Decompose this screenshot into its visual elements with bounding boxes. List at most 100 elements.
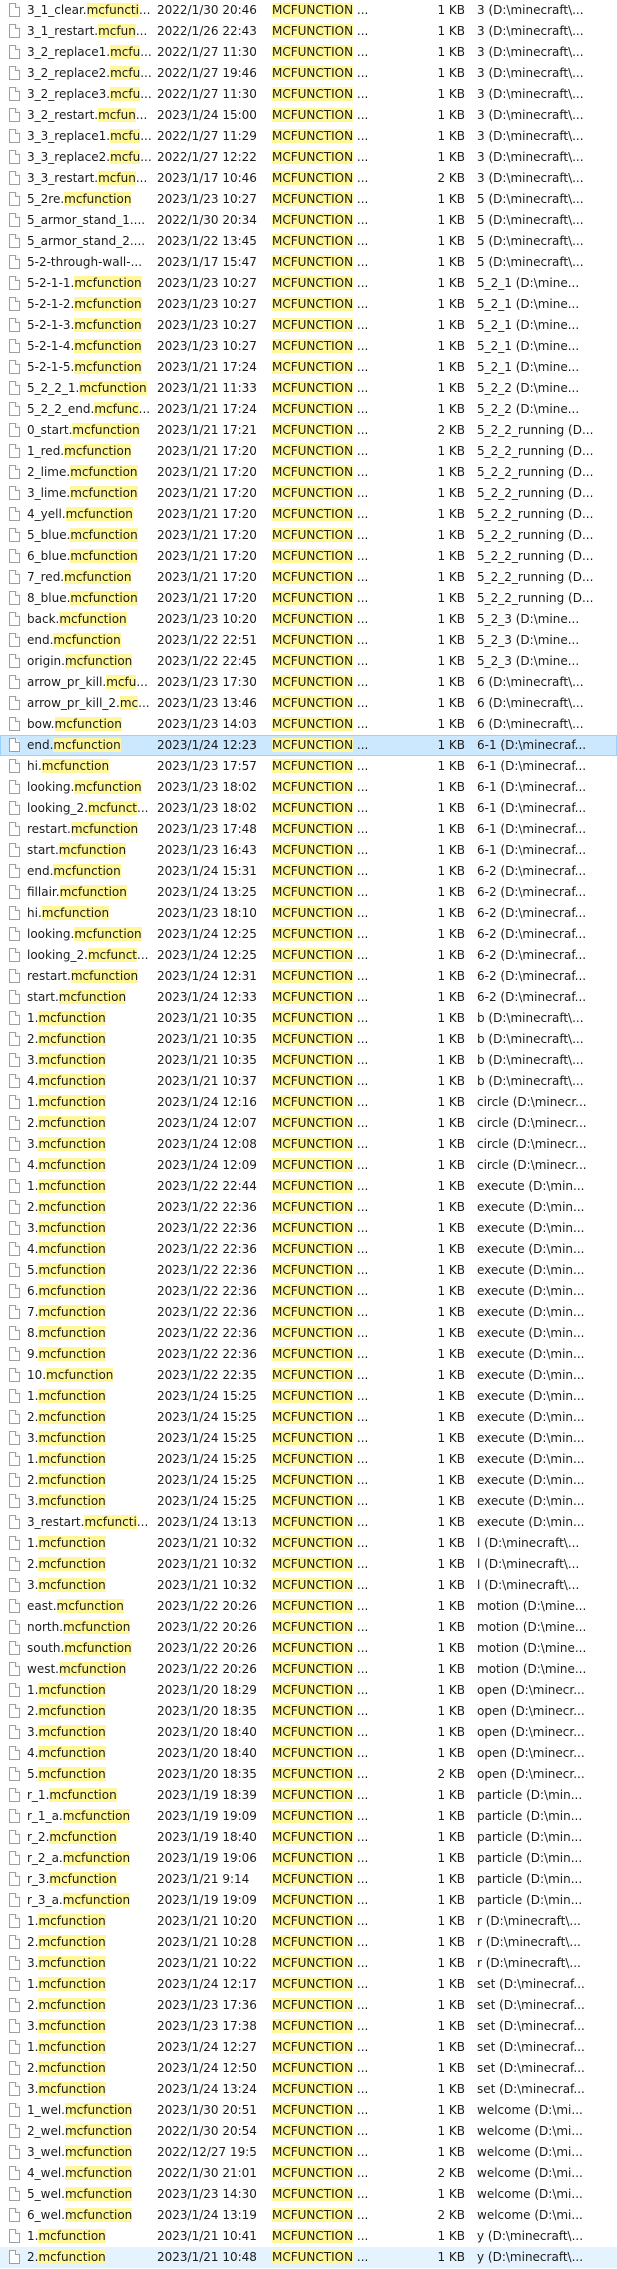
file-row[interactable]: 2.mcfunction 2023/1/21 10:28 MCFUNCTION …	[0, 1932, 617, 1953]
file-row[interactable]: 3_1_clear.mcfuncti... 2022/1/30 20:46 MC…	[0, 0, 617, 21]
file-row[interactable]: 4_wel.mcfunction 2022/1/30 21:01 MCFUNCT…	[0, 2163, 617, 2184]
file-row[interactable]: 2.mcfunction 2023/1/21 10:32 MCFUNCTION …	[0, 1554, 617, 1575]
file-row[interactable]: 1.mcfunction 2023/1/24 15:25 MCFUNCTION …	[0, 1386, 617, 1407]
file-row[interactable]: 5_armor_stand_2.... 2023/1/22 13:45 MCFU…	[0, 231, 617, 252]
file-row[interactable]: 4.mcfunction 2023/1/22 22:36 MCFUNCTION …	[0, 1239, 617, 1260]
file-row[interactable]: looking_2.mcfunct... 2023/1/24 12:25 MCF…	[0, 945, 617, 966]
file-row[interactable]: 5_wel.mcfunction 2023/1/23 14:30 MCFUNCT…	[0, 2184, 617, 2205]
file-row[interactable]: 7.mcfunction 2023/1/22 22:36 MCFUNCTION …	[0, 1302, 617, 1323]
file-row[interactable]: 0_start.mcfunction 2023/1/21 17:21 MCFUN…	[0, 420, 617, 441]
file-row[interactable]: east.mcfunction 2023/1/22 20:26 MCFUNCTI…	[0, 1596, 617, 1617]
file-row[interactable]: 4.mcfunction 2023/1/24 12:09 MCFUNCTION …	[0, 1155, 617, 1176]
file-row[interactable]: 2.mcfunction 2023/1/20 18:35 MCFUNCTION …	[0, 1701, 617, 1722]
file-row[interactable]: bow.mcfunction 2023/1/23 14:03 MCFUNCTIO…	[0, 714, 617, 735]
file-row[interactable]: 5_armor_stand_1.... 2022/1/30 20:34 MCFU…	[0, 210, 617, 231]
file-row[interactable]: start.mcfunction 2023/1/24 12:33 MCFUNCT…	[0, 987, 617, 1008]
file-row[interactable]: arrow_pr_kill.mcfu... 2023/1/23 17:30 MC…	[0, 672, 617, 693]
file-row[interactable]: 3_1_restart.mcfun... 2022/1/26 22:43 MCF…	[0, 21, 617, 42]
file-row[interactable]: 10.mcfunction 2023/1/22 22:35 MCFUNCTION…	[0, 1365, 617, 1386]
file-row[interactable]: end.mcfunction 2023/1/24 12:23 MCFUNCTIO…	[0, 735, 617, 756]
file-row[interactable]: 3.mcfunction 2023/1/20 18:40 MCFUNCTION …	[0, 1722, 617, 1743]
file-row[interactable]: 5_blue.mcfunction 2023/1/21 17:20 MCFUNC…	[0, 525, 617, 546]
file-row[interactable]: 1.mcfunction 2023/1/21 10:41 MCFUNCTION …	[0, 2226, 617, 2247]
file-row[interactable]: 2.mcfunction 2023/1/24 12:50 MCFUNCTION …	[0, 2058, 617, 2079]
file-row[interactable]: 3_3_replace2.mcfu... 2022/1/27 12:22 MCF…	[0, 147, 617, 168]
file-row[interactable]: north.mcfunction 2023/1/22 20:26 MCFUNCT…	[0, 1617, 617, 1638]
file-row[interactable]: 4.mcfunction 2023/1/21 10:37 MCFUNCTION …	[0, 1071, 617, 1092]
file-row[interactable]: hi.mcfunction 2023/1/23 18:10 MCFUNCTION…	[0, 903, 617, 924]
file-row[interactable]: 3.mcfunction 2023/1/24 12:08 MCFUNCTION …	[0, 1134, 617, 1155]
file-row[interactable]: 3_2_restart.mcfun... 2023/1/24 15:00 MCF…	[0, 105, 617, 126]
file-row[interactable]: 1.mcfunction 2023/1/24 12:17 MCFUNCTION …	[0, 1974, 617, 1995]
file-row[interactable]: 5.mcfunction 2023/1/22 22:36 MCFUNCTION …	[0, 1260, 617, 1281]
file-row[interactable]: looking.mcfunction 2023/1/24 12:25 MCFUN…	[0, 924, 617, 945]
file-row[interactable]: south.mcfunction 2023/1/22 20:26 MCFUNCT…	[0, 1638, 617, 1659]
file-row[interactable]: 3.mcfunction 2023/1/21 10:32 MCFUNCTION …	[0, 1575, 617, 1596]
file-row[interactable]: 1.mcfunction 2023/1/21 10:35 MCFUNCTION …	[0, 1008, 617, 1029]
file-row[interactable]: 6_wel.mcfunction 2023/1/24 13:19 MCFUNCT…	[0, 2205, 617, 2226]
file-row[interactable]: 7_red.mcfunction 2023/1/21 17:20 MCFUNCT…	[0, 567, 617, 588]
file-row[interactable]: 5-2-1-5.mcfunction 2023/1/21 17:24 MCFUN…	[0, 357, 617, 378]
file-row[interactable]: 2.mcfunction 2023/1/21 10:35 MCFUNCTION …	[0, 1029, 617, 1050]
file-row[interactable]: end.mcfunction 2023/1/22 22:51 MCFUNCTIO…	[0, 630, 617, 651]
file-row[interactable]: 8_blue.mcfunction 2023/1/21 17:20 MCFUNC…	[0, 588, 617, 609]
file-row[interactable]: 2.mcfunction 2023/1/24 12:07 MCFUNCTION …	[0, 1113, 617, 1134]
file-row[interactable]: 3.mcfunction 2023/1/23 17:38 MCFUNCTION …	[0, 2016, 617, 2037]
file-row[interactable]: 3_2_replace3.mcfu... 2022/1/27 11:30 MCF…	[0, 84, 617, 105]
file-row[interactable]: origin.mcfunction 2023/1/22 22:45 MCFUNC…	[0, 651, 617, 672]
file-row[interactable]: looking.mcfunction 2023/1/23 18:02 MCFUN…	[0, 777, 617, 798]
file-row[interactable]: 5.mcfunction 2023/1/20 18:35 MCFUNCTION …	[0, 1764, 617, 1785]
file-row[interactable]: 2.mcfunction 2023/1/24 15:25 MCFUNCTION …	[0, 1470, 617, 1491]
file-row[interactable]: 1.mcfunction 2023/1/24 15:25 MCFUNCTION …	[0, 1449, 617, 1470]
file-row[interactable]: back.mcfunction 2023/1/23 10:20 MCFUNCTI…	[0, 609, 617, 630]
file-row[interactable]: looking_2.mcfunct... 2023/1/23 18:02 MCF…	[0, 798, 617, 819]
file-row[interactable]: 3.mcfunction 2023/1/24 15:25 MCFUNCTION …	[0, 1428, 617, 1449]
file-row[interactable]: 5-2-1-3.mcfunction 2023/1/23 10:27 MCFUN…	[0, 315, 617, 336]
file-row[interactable]: 8.mcfunction 2023/1/22 22:36 MCFUNCTION …	[0, 1323, 617, 1344]
file-row[interactable]: 3_2_replace2.mcfu... 2022/1/27 19:46 MCF…	[0, 63, 617, 84]
file-row[interactable]: r_2.mcfunction 2023/1/19 18:40 MCFUNCTIO…	[0, 1827, 617, 1848]
file-row[interactable]: 3.mcfunction 2023/1/21 10:22 MCFUNCTION …	[0, 1953, 617, 1974]
file-row[interactable]: west.mcfunction 2023/1/22 20:26 MCFUNCTI…	[0, 1659, 617, 1680]
file-row[interactable]: 4.mcfunction 2023/1/20 18:40 MCFUNCTION …	[0, 1743, 617, 1764]
file-row[interactable]: 3_2_replace1.mcfu... 2022/1/27 11:30 MCF…	[0, 42, 617, 63]
file-row[interactable]: 5_2_2_1.mcfunction 2023/1/21 11:33 MCFUN…	[0, 378, 617, 399]
file-row[interactable]: hi.mcfunction 2023/1/23 17:57 MCFUNCTION…	[0, 756, 617, 777]
file-row[interactable]: end.mcfunction 2023/1/24 15:31 MCFUNCTIO…	[0, 861, 617, 882]
file-row[interactable]: 2.mcfunction 2023/1/21 10:48 MCFUNCTION …	[0, 2247, 617, 2268]
file-row[interactable]: 4_yell.mcfunction 2023/1/21 17:20 MCFUNC…	[0, 504, 617, 525]
file-row[interactable]: 3_lime.mcfunction 2023/1/21 17:20 MCFUNC…	[0, 483, 617, 504]
file-row[interactable]: 3_restart.mcfuncti... 2023/1/24 13:13 MC…	[0, 1512, 617, 1533]
file-row[interactable]: 9.mcfunction 2023/1/22 22:36 MCFUNCTION …	[0, 1344, 617, 1365]
file-row[interactable]: 3.mcfunction 2023/1/21 10:35 MCFUNCTION …	[0, 1050, 617, 1071]
file-row[interactable]: r_1_a.mcfunction 2023/1/19 19:09 MCFUNCT…	[0, 1806, 617, 1827]
file-row[interactable]: 1.mcfunction 2023/1/24 12:27 MCFUNCTION …	[0, 2037, 617, 2058]
file-row[interactable]: 2_wel.mcfunction 2022/1/30 20:54 MCFUNCT…	[0, 2121, 617, 2142]
file-row[interactable]: r_2_a.mcfunction 2023/1/19 19:06 MCFUNCT…	[0, 1848, 617, 1869]
file-row[interactable]: 3.mcfunction 2023/1/24 15:25 MCFUNCTION …	[0, 1491, 617, 1512]
file-row[interactable]: 1.mcfunction 2023/1/21 10:20 MCFUNCTION …	[0, 1911, 617, 1932]
file-row[interactable]: arrow_pr_kill_2.mc... 2023/1/23 13:46 MC…	[0, 693, 617, 714]
file-row[interactable]: restart.mcfunction 2023/1/24 12:31 MCFUN…	[0, 966, 617, 987]
file-row[interactable]: 1.mcfunction 2023/1/20 18:29 MCFUNCTION …	[0, 1680, 617, 1701]
file-row[interactable]: fillair.mcfunction 2023/1/24 13:25 MCFUN…	[0, 882, 617, 903]
file-row[interactable]: 1_red.mcfunction 2023/1/21 17:20 MCFUNCT…	[0, 441, 617, 462]
file-row[interactable]: 3_3_restart.mcfun... 2023/1/17 10:46 MCF…	[0, 168, 617, 189]
file-row[interactable]: 5_2_2_end.mcfunc... 2023/1/21 17:24 MCFU…	[0, 399, 617, 420]
file-row[interactable]: 3.mcfunction 2023/1/24 13:24 MCFUNCTION …	[0, 2079, 617, 2100]
file-row[interactable]: 2.mcfunction 2023/1/22 22:36 MCFUNCTION …	[0, 1197, 617, 1218]
file-row[interactable]: r_1.mcfunction 2023/1/19 18:39 MCFUNCTIO…	[0, 1785, 617, 1806]
file-row[interactable]: 5-2-1-2.mcfunction 2023/1/23 10:27 MCFUN…	[0, 294, 617, 315]
file-row[interactable]: 1.mcfunction 2023/1/22 22:44 MCFUNCTION …	[0, 1176, 617, 1197]
file-row[interactable]: 1.mcfunction 2023/1/24 12:16 MCFUNCTION …	[0, 1092, 617, 1113]
file-row[interactable]: 1_wel.mcfunction 2023/1/30 20:51 MCFUNCT…	[0, 2100, 617, 2121]
file-row[interactable]: 5-2-1-4.mcfunction 2023/1/23 10:27 MCFUN…	[0, 336, 617, 357]
file-row[interactable]: 6.mcfunction 2023/1/22 22:36 MCFUNCTION …	[0, 1281, 617, 1302]
file-row[interactable]: 5-2-through-wall-... 2023/1/17 15:47 MCF…	[0, 252, 617, 273]
file-row[interactable]: r_3.mcfunction 2023/1/21 9:14 MCFUNCTION…	[0, 1869, 617, 1890]
file-row[interactable]: 5-2-1-1.mcfunction 2023/1/23 10:27 MCFUN…	[0, 273, 617, 294]
file-row[interactable]: 1.mcfunction 2023/1/21 10:32 MCFUNCTION …	[0, 1533, 617, 1554]
file-row[interactable]: r_3_a.mcfunction 2023/1/19 19:09 MCFUNCT…	[0, 1890, 617, 1911]
file-row[interactable]: start.mcfunction 2023/1/23 16:43 MCFUNCT…	[0, 840, 617, 861]
file-row[interactable]: restart.mcfunction 2023/1/23 17:48 MCFUN…	[0, 819, 617, 840]
